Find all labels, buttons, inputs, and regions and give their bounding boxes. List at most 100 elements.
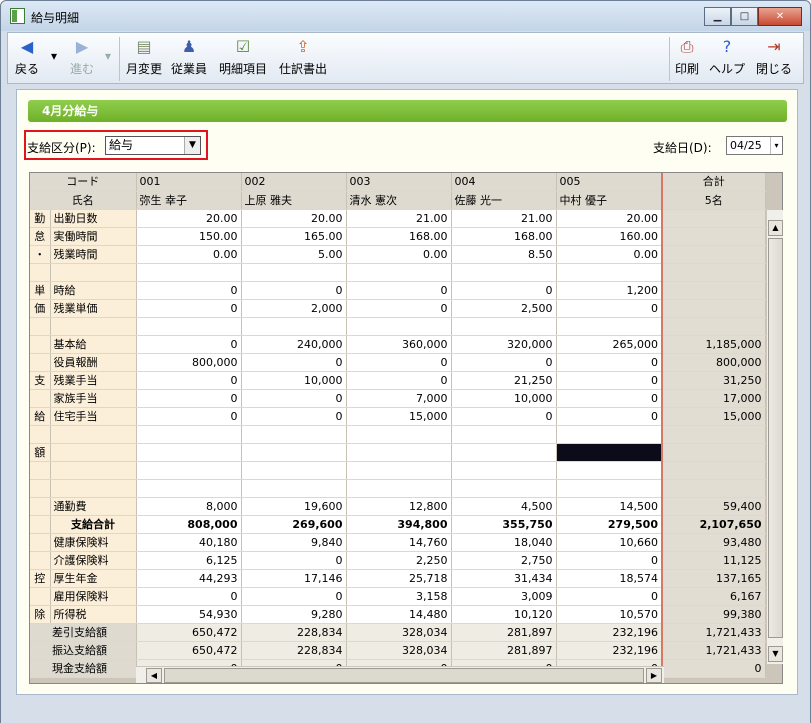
cell-value[interactable]: 0 xyxy=(136,407,242,426)
cell-value[interactable]: 8.50 xyxy=(451,245,557,264)
cell-value[interactable] xyxy=(451,479,557,498)
cell-value[interactable] xyxy=(241,317,347,336)
help-button[interactable]: ? ヘルプ xyxy=(707,37,747,81)
scroll-down-icon[interactable]: ▼ xyxy=(768,646,783,662)
cell-value[interactable]: 0.00 xyxy=(346,245,452,264)
employee-name[interactable]: 弥生 幸子 xyxy=(136,191,242,210)
cell-value[interactable]: 2,250 xyxy=(346,551,452,570)
horizontal-scrollbar[interactable]: ◀ ▶ xyxy=(136,666,664,683)
employee-code[interactable]: 001 xyxy=(136,173,242,192)
cell-value[interactable]: 15,000 xyxy=(346,407,452,426)
cell-value[interactable] xyxy=(451,461,557,480)
cell-value[interactable]: 240,000 xyxy=(241,335,347,354)
cell-value[interactable] xyxy=(136,479,242,498)
cell-value[interactable]: 0 xyxy=(346,299,452,318)
cell-value[interactable]: 3,158 xyxy=(346,587,452,606)
cell-value[interactable]: 10,000 xyxy=(451,389,557,408)
cell-value[interactable] xyxy=(346,263,452,282)
month-change-button[interactable]: ▤ 月変更 xyxy=(123,37,165,81)
cell-value[interactable]: 2,000 xyxy=(241,299,347,318)
vertical-scrollbar[interactable]: ▲ ▼ xyxy=(766,210,783,664)
cell-value[interactable]: 0 xyxy=(241,281,347,300)
employee-name[interactable]: 清水 憲次 xyxy=(346,191,452,210)
cell-value[interactable]: 21.00 xyxy=(451,209,557,228)
cell-value[interactable]: 18,040 xyxy=(451,533,557,552)
cell-value[interactable]: 0 xyxy=(241,389,347,408)
cell-value[interactable]: 2,500 xyxy=(451,299,557,318)
cell-value[interactable]: 0 xyxy=(136,299,242,318)
cell-value[interactable]: 14,500 xyxy=(556,497,663,516)
cell-value[interactable]: 14,480 xyxy=(346,605,452,624)
cell-value[interactable]: 21.00 xyxy=(346,209,452,228)
cell-value[interactable]: 44,293 xyxy=(136,569,242,588)
cell-value[interactable]: 10,570 xyxy=(556,605,663,624)
cell-value[interactable]: 9,280 xyxy=(241,605,347,624)
cell-value[interactable]: 355,750 xyxy=(451,515,557,534)
dropdown-arrow-icon[interactable]: ▾ xyxy=(770,137,782,154)
employee-code[interactable]: 004 xyxy=(451,173,557,192)
cell-value[interactable]: 0 xyxy=(451,353,557,372)
cell-value[interactable] xyxy=(136,317,242,336)
employee-code[interactable]: 005 xyxy=(556,173,663,192)
cell-value[interactable]: 0 xyxy=(451,281,557,300)
cell-value[interactable] xyxy=(346,461,452,480)
cell-value[interactable] xyxy=(346,479,452,498)
cell-value[interactable]: 4,500 xyxy=(451,497,557,516)
cell-value[interactable]: 800,000 xyxy=(136,353,242,372)
cell-value[interactable]: 0 xyxy=(241,353,347,372)
employee-button[interactable]: ♟ 従業員 xyxy=(169,37,209,81)
cell-value[interactable]: 20.00 xyxy=(556,209,663,228)
cell-value[interactable]: 40,180 xyxy=(136,533,242,552)
cell-value[interactable]: 0 xyxy=(136,389,242,408)
cell-value[interactable]: 165.00 xyxy=(241,227,347,246)
forward-dropdown-button[interactable]: ▾ xyxy=(102,49,114,93)
scroll-left-icon[interactable]: ◀ xyxy=(146,668,162,683)
cell-value[interactable]: 328,034 xyxy=(346,641,452,660)
scroll-up-icon[interactable]: ▲ xyxy=(768,220,783,236)
cell-value[interactable]: 0 xyxy=(556,587,663,606)
journal-export-button[interactable]: ⇪ 仕訳書出 xyxy=(276,37,330,81)
cell-value[interactable] xyxy=(241,461,347,480)
cell-value[interactable]: 3,009 xyxy=(451,587,557,606)
cell-value[interactable]: 279,500 xyxy=(556,515,663,534)
cell-value[interactable]: 228,834 xyxy=(241,641,347,660)
cell-value[interactable]: 0.00 xyxy=(556,245,663,264)
forward-button[interactable]: ▶ 進む xyxy=(66,37,98,81)
cell-value[interactable]: 0 xyxy=(136,371,242,390)
cell-value[interactable]: 150.00 xyxy=(136,227,242,246)
cell-value[interactable]: 1,200 xyxy=(556,281,663,300)
cell-value[interactable] xyxy=(556,479,663,498)
cell-value[interactable]: 0 xyxy=(136,335,242,354)
cell-value[interactable] xyxy=(556,425,663,444)
cell-value[interactable]: 25,718 xyxy=(346,569,452,588)
cell-value[interactable] xyxy=(451,443,557,462)
cell-value[interactable]: 14,760 xyxy=(346,533,452,552)
cell-value[interactable]: 394,800 xyxy=(346,515,452,534)
cell-value[interactable]: 360,000 xyxy=(346,335,452,354)
cell-value[interactable]: 228,834 xyxy=(241,623,347,642)
cell-value[interactable]: 0.00 xyxy=(136,245,242,264)
employee-name[interactable]: 上原 雅夫 xyxy=(241,191,347,210)
cell-value[interactable] xyxy=(241,263,347,282)
cell-value[interactable]: 232,196 xyxy=(556,623,663,642)
maximize-button[interactable]: □ xyxy=(731,7,758,26)
cell-value[interactable]: 10,000 xyxy=(241,371,347,390)
cell-value[interactable]: 320,000 xyxy=(451,335,557,354)
cell-value[interactable]: 0 xyxy=(556,389,663,408)
cell-value[interactable] xyxy=(136,263,242,282)
cell-value[interactable]: 0 xyxy=(346,353,452,372)
cell-value[interactable]: 0 xyxy=(556,407,663,426)
cell-value[interactable]: 54,930 xyxy=(136,605,242,624)
cell-value[interactable] xyxy=(346,443,452,462)
cell-value[interactable] xyxy=(241,443,347,462)
cell-value[interactable]: 0 xyxy=(556,299,663,318)
cell-value[interactable] xyxy=(556,461,663,480)
cell-value[interactable]: 18,574 xyxy=(556,569,663,588)
cell-value[interactable] xyxy=(136,443,242,462)
cell-value[interactable]: 232,196 xyxy=(556,641,663,660)
cell-value[interactable] xyxy=(241,425,347,444)
scroll-thumb[interactable] xyxy=(768,238,783,638)
cell-value[interactable]: 0 xyxy=(136,587,242,606)
cell-value[interactable]: 12,800 xyxy=(346,497,452,516)
scroll-right-icon[interactable]: ▶ xyxy=(646,668,662,683)
